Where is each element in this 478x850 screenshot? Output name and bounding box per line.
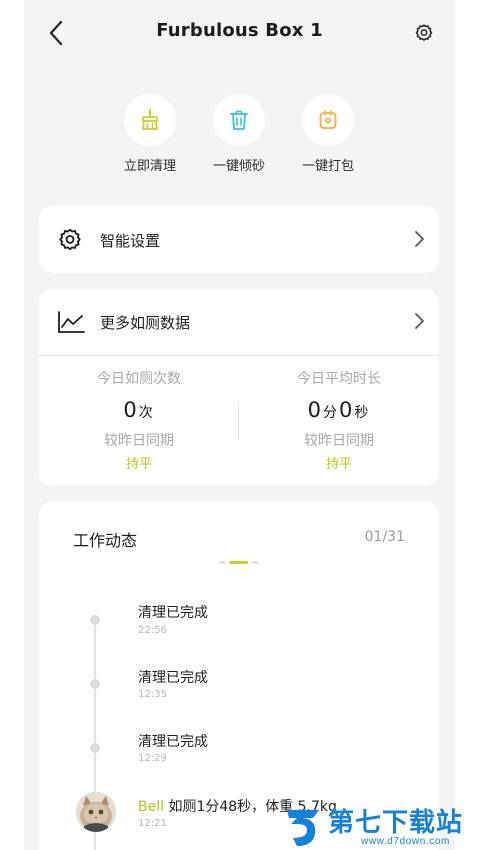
dump-litter-label: 一键倾砂 <box>212 159 265 174</box>
cat-avatar <box>76 792 116 832</box>
quick-actions: 立即清理 一键倾砂 一键打包 <box>24 94 455 174</box>
minutes-unit: 分 <box>323 405 337 421</box>
duration-seconds: 0 <box>339 398 353 422</box>
activity-item-text: 清理已完成 <box>138 670 208 686</box>
stats-area: 今日如厕次数 0次 较昨日同期 持平 今日平均时长 0 分0 秒 较昨日同期 持平 <box>39 368 439 478</box>
average-duration-value: 0 分0 秒 <box>239 398 439 422</box>
average-duration-stat: 今日平均时长 0 分0 秒 较昨日同期 持平 <box>239 368 439 472</box>
chevron-right-icon <box>415 231 424 247</box>
today-visits-unit: 次 <box>138 405 153 421</box>
more-toilet-data-row[interactable]: 更多如厕数据 <box>39 289 439 355</box>
pager-dot-active <box>229 561 248 564</box>
duration-minutes: 0 <box>307 398 321 422</box>
divider <box>39 355 439 356</box>
smart-settings-row[interactable]: 智能设置 <box>39 206 439 273</box>
today-visits-number: 0 <box>123 398 137 422</box>
trash-can-icon <box>230 110 248 130</box>
seconds-unit: 秒 <box>354 405 369 421</box>
top-bar: Furbulous Box 1 <box>24 0 455 66</box>
app-screen: Furbulous Box 1 立即清理 一键倾砂 一键打包 智能设置 更多如厕… <box>24 0 455 850</box>
activity-item-time: 12:35 <box>138 689 167 700</box>
pack-bag-label: 一键打包 <box>301 159 354 174</box>
today-visits-value: 0次 <box>39 398 239 422</box>
more-toilet-data-label: 更多如厕数据 <box>100 314 191 332</box>
pack-bag-button[interactable]: 一键打包 <box>291 94 365 174</box>
trend-label: 持平 <box>125 457 152 472</box>
pager-dots <box>219 561 261 565</box>
activity-item-time: 22:56 <box>138 625 167 636</box>
line-chart-icon <box>58 311 85 333</box>
activity-item-text: 清理已完成 <box>138 734 208 750</box>
compare-label: 较昨日同期 <box>104 433 174 449</box>
timeline-dot <box>90 679 100 689</box>
smart-settings-label: 智能设置 <box>100 232 161 250</box>
pager-dot <box>252 561 258 564</box>
compare-label: 较昨日同期 <box>304 433 374 449</box>
device-settings-button[interactable] <box>413 22 435 44</box>
cat-name: Bell <box>138 799 164 815</box>
toilet-data-card: 更多如厕数据 今日如厕次数 0次 较昨日同期 持平 今日平均时长 0 分0 秒 较昨… <box>39 289 439 486</box>
clean-now-label: 立即清理 <box>123 159 176 174</box>
activity-item-text: 清理已完成 <box>138 605 208 621</box>
activity-title: 工作动态 <box>73 531 138 550</box>
today-visits-title: 今日如厕次数 <box>97 371 181 387</box>
trend-label: 持平 <box>325 457 352 472</box>
timeline-dot <box>90 615 100 625</box>
watermark-logo <box>287 810 319 846</box>
activity-card: 工作动态 01/31 清理已完成 22:56 清理已完成 12:35 清理已完成… <box>39 501 439 850</box>
site-watermark: 第七下载站 www.d7down.com <box>283 800 478 850</box>
today-visits-stat: 今日如厕次数 0次 较昨日同期 持平 <box>39 368 239 472</box>
activity-count: 01/31 <box>364 529 405 545</box>
dump-litter-button[interactable]: 一键倾砂 <box>202 94 276 174</box>
cat-photo <box>76 792 116 832</box>
broom-icon <box>142 109 158 130</box>
watermark-text: 第七下载站 <box>328 808 464 838</box>
clean-now-button[interactable]: 立即清理 <box>113 94 187 174</box>
timeline-dot <box>90 743 100 753</box>
pager-dot <box>219 561 225 564</box>
average-duration-title: 今日平均时长 <box>297 371 381 387</box>
activity-item-time: 12:29 <box>138 753 167 764</box>
activity-item-time: 12:21 <box>138 818 167 829</box>
page-title: Furbulous Box 1 <box>156 20 323 41</box>
chevron-right-icon <box>415 313 424 329</box>
gear-icon <box>415 24 433 41</box>
watermark-url: www.d7down.com <box>361 836 450 847</box>
gear-icon <box>59 228 81 251</box>
package-icon <box>319 110 337 129</box>
